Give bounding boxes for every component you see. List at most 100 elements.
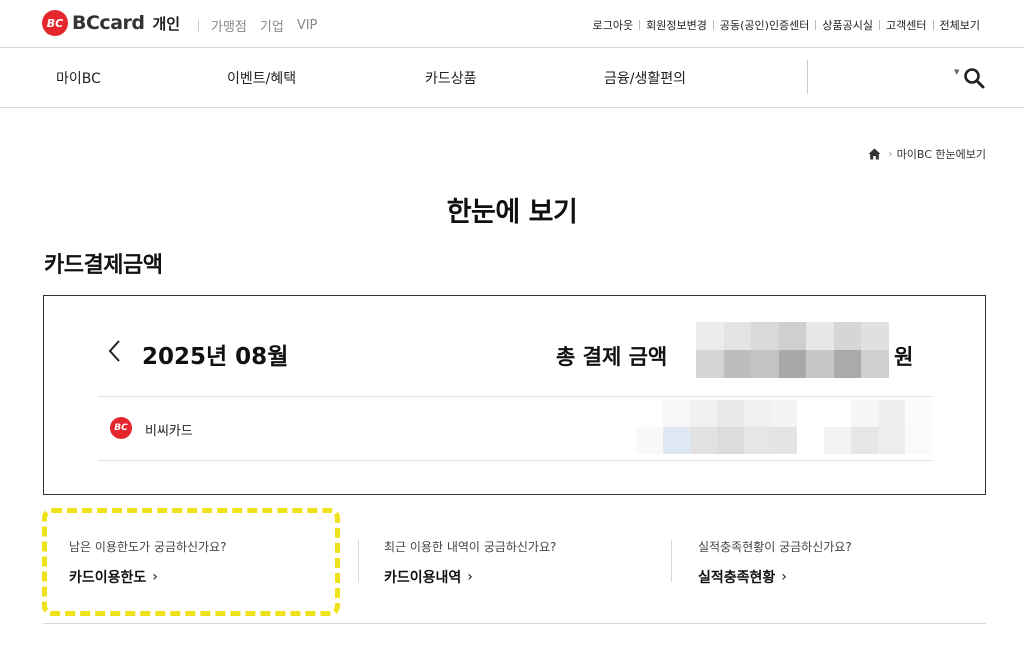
blur-pixel [797,427,825,454]
blur-pixel [716,427,744,454]
blur-pixel [905,400,932,427]
page-title: 한눈에 보기 [446,197,578,228]
segment-label: 개인 [152,14,181,33]
divider [639,20,641,30]
blur-pixel [778,350,807,378]
blur-pixel [636,427,663,454]
product-disclosure-link[interactable]: 상품공시실 [822,17,873,33]
card-amount-blurred [636,400,932,454]
breadcrumb-current[interactable]: 마이BC 한눈에보기 [897,146,986,162]
bc-logo-icon: BC [42,10,68,36]
card-history-question: 최근 이용한 내역이 궁금하신가요? [384,540,557,554]
card-history-title-text: 카드이용내역 [384,570,462,586]
view-all-link[interactable]: 전체보기 [940,17,980,33]
utility-links: 로그아웃 회원정보변경 공동(공인)인증센터 상품공시실 고객센터 전체보기 [593,17,980,33]
member-info-link[interactable]: 회원정보변경 [646,17,707,33]
blur-pixel [878,427,906,454]
blur-pixel [743,427,771,454]
divider [98,460,932,461]
card-history-link[interactable]: 최근 이용한 내역이 궁금하신가요? 카드이용내역 › [384,538,556,587]
blur-pixel [824,400,852,427]
blur-pixel [689,427,717,454]
blur-pixel [689,400,717,427]
certificate-center-link[interactable]: 공동(공인)인증센터 [720,17,810,33]
card-limit-title-text: 카드이용한도 [69,570,147,586]
divider [815,20,817,30]
total-amount-unit: 원 [894,345,914,369]
performance-status-title-text: 실적충족현황 [698,570,776,586]
blur-pixel [833,350,862,378]
bc-card-icon: BC [110,417,132,439]
chevron-right-icon: › [888,148,893,160]
segment-links: 가맹점 기업 VIP [198,16,330,35]
blur-pixel [797,400,825,427]
performance-status-question: 실적충족현황이 궁금하신가요? [698,540,852,554]
home-icon[interactable] [868,148,881,160]
blur-pixel [770,400,798,427]
blur-pixel [751,322,779,350]
logout-link[interactable]: 로그아웃 [593,17,633,33]
blur-pixel [905,427,932,454]
section-title: 카드결제금액 [44,253,163,278]
brand-name: BCcard [72,12,145,34]
blur-pixel [833,322,862,350]
divider [358,540,359,582]
blur-pixel [778,322,807,350]
quick-links: 남은 이용한도가 궁금하신가요? 카드이용한도 › 최근 이용한 내역이 궁금하… [42,508,986,624]
divider [932,20,934,30]
blur-pixel [824,427,852,454]
divider [712,20,714,30]
nav-item-finance[interactable]: 금융/생활편의 [604,68,686,88]
chevron-left-icon[interactable] [106,338,122,364]
chevron-right-icon: › [152,569,158,585]
card-name: 비씨카드 [145,424,193,439]
blur-pixel [770,427,798,454]
payment-summary-box: 2025년 08월 총 결제 금액 원 BC 비씨카드 [43,295,986,495]
card-limit-link[interactable]: 남은 이용한도가 궁금하신가요? 카드이용한도 › [69,538,227,587]
blur-pixel [636,400,663,427]
total-amount-blurred [696,322,889,378]
blur-pixel [878,400,906,427]
blur-pixel [806,322,834,350]
blur-pixel [851,400,879,427]
blur-pixel [696,350,724,378]
performance-status-title[interactable]: 실적충족현황 › [698,567,852,587]
chevron-right-icon: › [781,569,787,585]
blur-pixel [861,322,889,350]
nav-item-card-products[interactable]: 카드상품 [425,68,477,88]
customer-center-link[interactable]: 고객센터 [886,17,926,33]
divider [807,60,808,94]
blur-pixel [723,322,752,350]
nav-item-events[interactable]: 이벤트/혜택 [227,68,296,88]
bc-logo[interactable]: BC BCcard 개인 [42,10,180,36]
segment-link-vip[interactable]: VIP [297,18,318,33]
blur-pixel [861,350,889,378]
search-icon[interactable] [962,66,986,90]
divider [671,540,672,582]
performance-status-link[interactable]: 실적충족현황이 궁금하신가요? 실적충족현황 › [698,538,852,587]
card-limit-question: 남은 이용한도가 궁금하신가요? [69,540,227,554]
chevron-right-icon: › [467,569,473,585]
blur-pixel [662,427,690,454]
breadcrumb: › 마이BC 한눈에보기 [868,146,986,162]
blur-pixel [696,322,724,350]
month-label: 2025년 08월 [142,344,289,370]
blur-pixel [743,400,771,427]
total-amount-label: 총 결제 금액 [556,345,668,369]
blur-pixel [716,400,744,427]
blur-pixel [806,350,834,378]
divider [98,396,932,397]
blur-pixel [851,427,879,454]
caret-icon: ▼ [954,68,960,76]
blur-pixel [751,350,779,378]
card-history-title[interactable]: 카드이용내역 › [384,567,556,587]
main-navigation: 마이BC 이벤트/혜택 카드상품 금융/생활편의 ▼ [0,48,1024,108]
segment-link-merchant[interactable]: 가맹점 [211,16,247,35]
nav-item-my-bc[interactable]: 마이BC [56,68,101,88]
card-limit-title[interactable]: 카드이용한도 › [69,567,227,587]
divider [198,19,199,32]
top-utility-bar: BC BCcard 개인 가맹점 기업 VIP 로그아웃 회원정보변경 공동(공… [0,0,1024,48]
divider [879,20,881,30]
blur-pixel [723,350,752,378]
segment-link-corporate[interactable]: 기업 [260,16,284,35]
